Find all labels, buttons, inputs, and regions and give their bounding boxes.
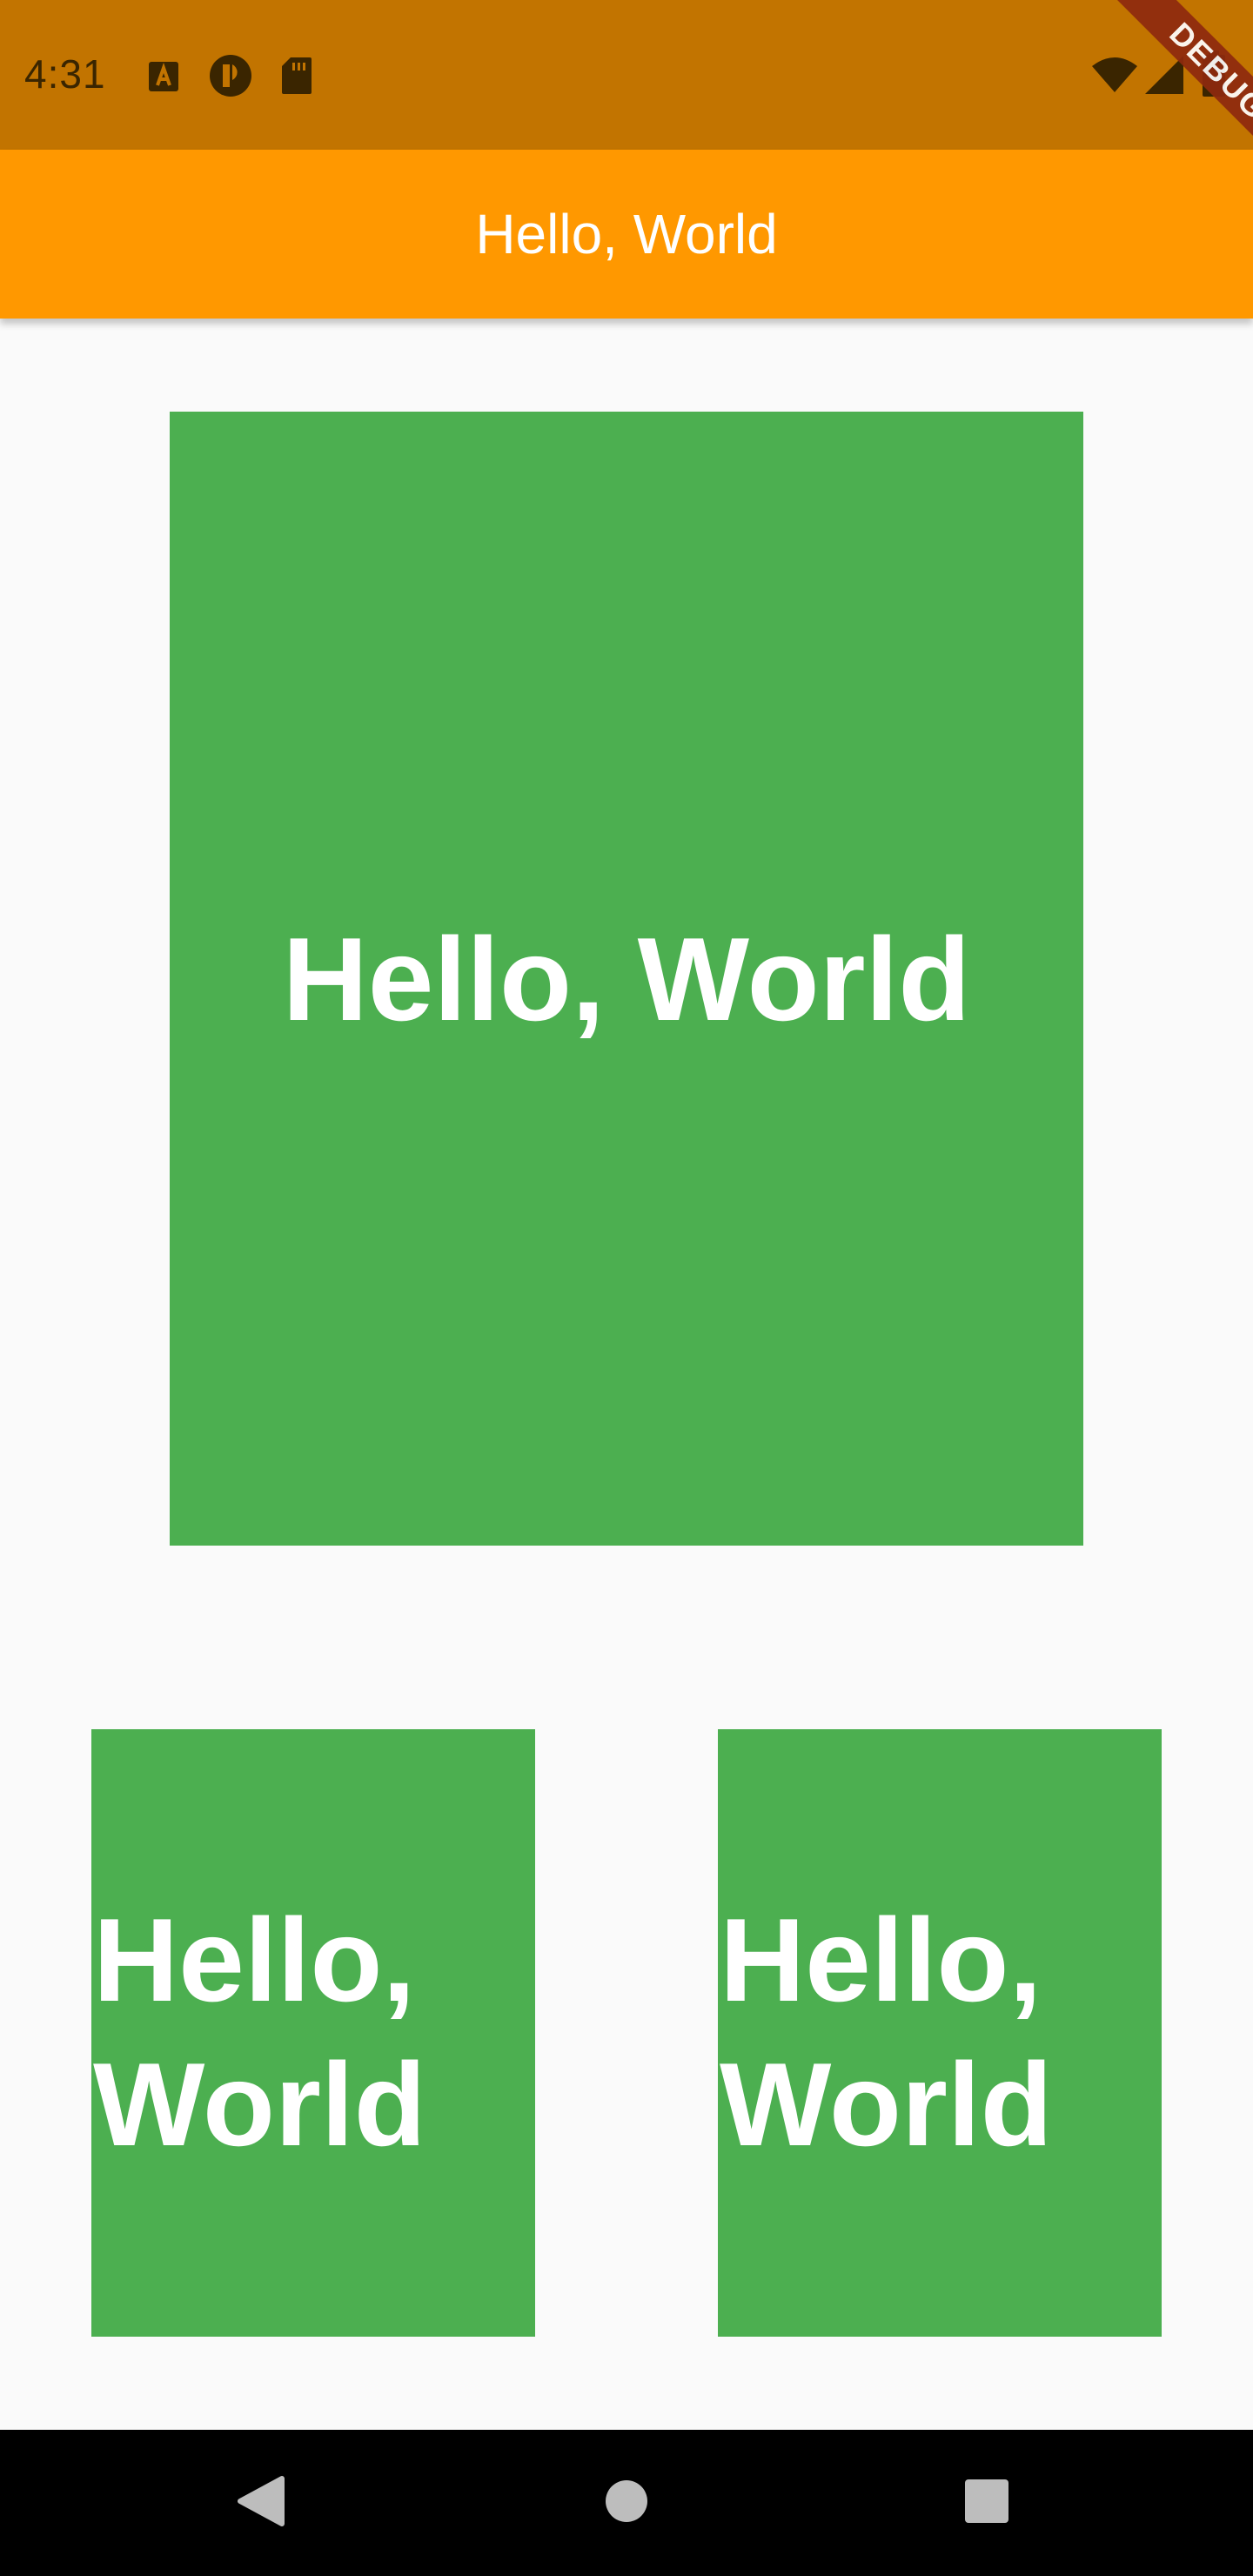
status-bar: 4:31 bbox=[0, 0, 1253, 150]
home-button[interactable] bbox=[539, 2430, 714, 2576]
app-bar-title: Hello, World bbox=[475, 203, 778, 265]
recents-icon bbox=[964, 2479, 1009, 2528]
text-a-icon bbox=[146, 59, 181, 98]
large-hello-text: Hello, World bbox=[282, 912, 971, 1045]
small-hello-text-left: Hello, World bbox=[93, 1894, 426, 2170]
debug-banner: DEBUG bbox=[1079, 0, 1253, 174]
small-hello-box-left: Hello, World bbox=[91, 1729, 535, 2337]
back-button[interactable] bbox=[174, 2430, 348, 2576]
small-hello-box-right: Hello, World bbox=[718, 1729, 1162, 2337]
recents-button[interactable] bbox=[900, 2430, 1074, 2576]
debug-label: DEBUG bbox=[1117, 0, 1253, 172]
app-bar: Hello, World bbox=[0, 150, 1253, 319]
navigation-bar bbox=[0, 2430, 1253, 2576]
status-time: 4:31 bbox=[24, 51, 106, 97]
large-hello-box: Hello, World bbox=[170, 412, 1083, 1546]
sd-card-icon bbox=[280, 56, 313, 100]
back-icon bbox=[237, 2475, 285, 2532]
app-icon bbox=[209, 54, 252, 102]
small-hello-text-right: Hello, World bbox=[720, 1894, 1053, 2170]
home-icon bbox=[604, 2479, 649, 2528]
